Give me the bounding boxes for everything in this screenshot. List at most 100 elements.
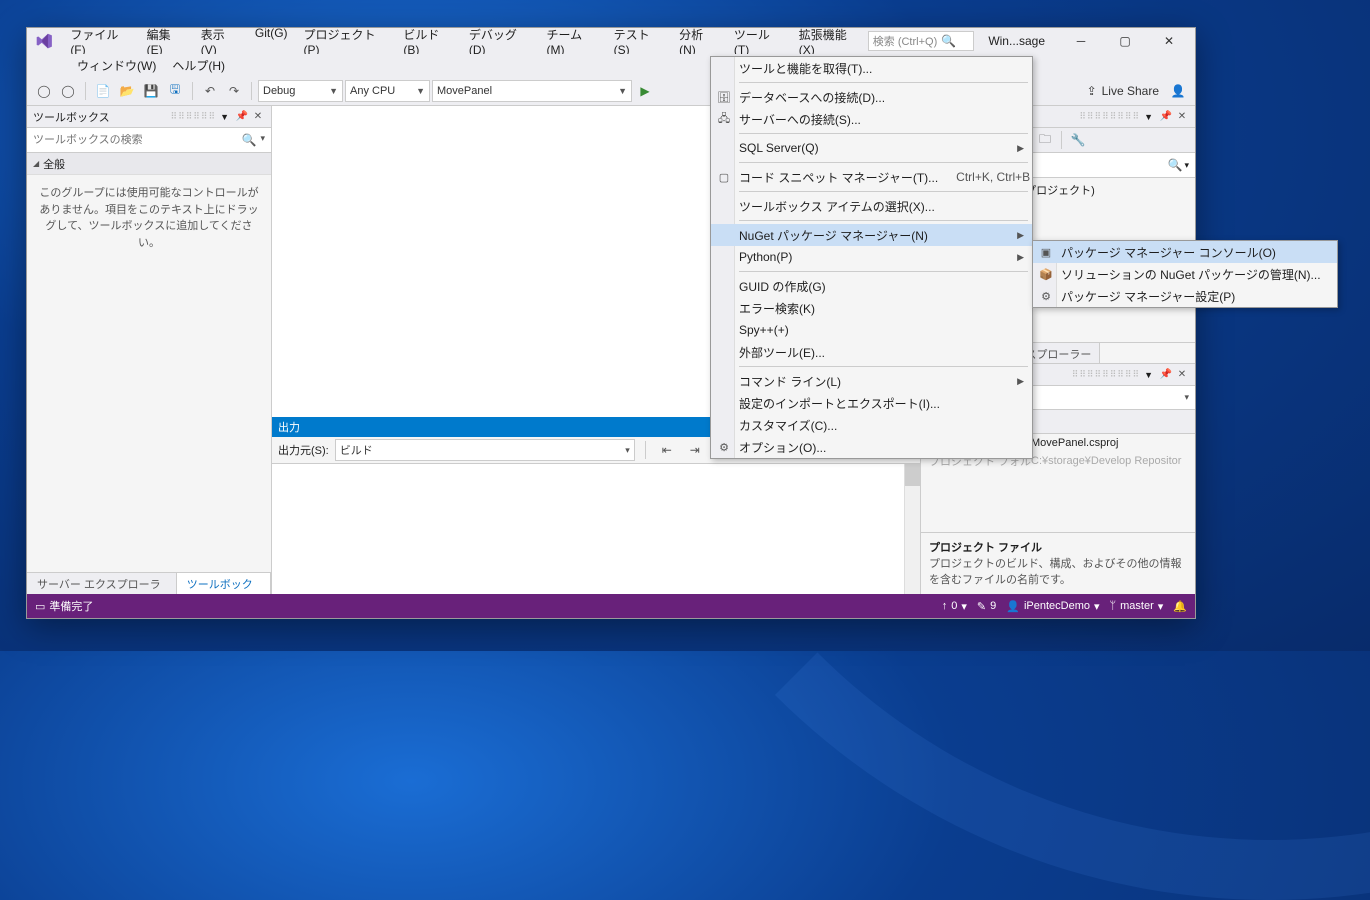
save-button[interactable]: 💾 [140, 80, 162, 102]
search-icon[interactable]: 🔍 [1168, 158, 1183, 172]
tab-server-explorer[interactable]: サーバー エクスプローラー [27, 573, 177, 594]
feedback-button[interactable]: 👤 [1167, 80, 1189, 102]
close-button[interactable]: ✕ [1147, 28, 1191, 54]
menu-item-label: SQL Server(Q) [739, 141, 1017, 155]
status-changes-up[interactable]: ↑ 0 ▾ [942, 600, 967, 613]
submenu-arrow-icon: ▶ [1017, 143, 1024, 154]
status-icon: ▭ [35, 600, 45, 613]
tools-menu-item[interactable]: ▢コード スニペット マネージャー(T)...Ctrl+K, Ctrl+B [711, 166, 1032, 188]
tools-menu-item[interactable]: 外部ツール(E)... [711, 341, 1032, 363]
menu-item-label: オプション(O)... [739, 439, 1024, 456]
tools-menu-item[interactable]: エラー検索(K) [711, 297, 1032, 319]
menu-item-label: ソリューションの NuGet パッケージの管理(N)... [1061, 266, 1329, 283]
tools-menu-item[interactable]: 🖧サーバーへの接続(S)... [711, 108, 1032, 130]
se-dropdown-icon[interactable]: ▼ [1144, 112, 1153, 122]
tools-menu-item[interactable]: 🗄 データベースへの接続(D)... [711, 86, 1032, 108]
pane-close-icon[interactable]: ✕ [1175, 111, 1189, 122]
menu-item-icon: 🗄 [716, 91, 732, 104]
tools-menu-item[interactable]: NuGet パッケージ マネージャー(N)▶ [711, 224, 1032, 246]
minimize-button[interactable]: ─ [1059, 28, 1103, 54]
toolbox-category-general[interactable]: ◢全般 [27, 153, 271, 175]
window-controls: ─ ▢ ✕ [1059, 28, 1191, 54]
redo-button[interactable]: ↷ [223, 80, 245, 102]
menu-item-label: パッケージ マネージャー設定(P) [1061, 288, 1329, 305]
config-combo[interactable]: Debug▼ [258, 80, 343, 102]
output-prev-button[interactable]: ⇥ [684, 439, 706, 461]
search-icon[interactable]: 🔍 [242, 133, 257, 147]
toolbox-search[interactable]: 🔍▾ [27, 128, 271, 153]
nav-forward-button[interactable]: ◯ [57, 80, 79, 102]
solution-title: Win...sage [988, 34, 1045, 48]
pane-close-icon[interactable]: ✕ [251, 111, 265, 122]
menu-window[interactable]: ウィンドウ(W) [69, 55, 164, 76]
maximize-button[interactable]: ▢ [1103, 28, 1147, 54]
undo-button[interactable]: ↶ [199, 80, 221, 102]
platform-combo[interactable]: Any CPU▼ [345, 80, 430, 102]
status-pending-edits[interactable]: ✎ 9 [977, 600, 996, 613]
se-showall-icon[interactable]: 🗀 [1035, 130, 1055, 150]
properties-description: プロジェクト ファイル プロジェクトのビルド、構成、およびその他の情報を含むファ… [921, 532, 1195, 594]
menu-item-label: エラー検索(K) [739, 300, 1024, 317]
tools-menu-item[interactable]: Python(P)▶ [711, 246, 1032, 268]
live-share-icon: ⇪ [1087, 84, 1097, 98]
live-share-button[interactable]: ⇪Live Share [1081, 80, 1165, 102]
tools-menu-item[interactable]: ツールボックス アイテムの選択(X)... [711, 195, 1032, 217]
toolbox-dropdown-icon[interactable]: ▼ [220, 112, 229, 122]
output-source-combo[interactable]: ビルド▾ [335, 439, 635, 461]
output-scrollbar[interactable] [904, 464, 920, 594]
save-all-button[interactable]: 🖫 [164, 80, 186, 102]
menu-item-label: コマンド ライン(L) [739, 373, 1017, 390]
toolbox-empty-message: このグループには使用可能なコントロールがありません。項目をこのテキスト上にドラッ… [27, 175, 271, 261]
toolbox-title: ツールボックス [33, 109, 171, 125]
menu-item-label: ツールボックス アイテムの選択(X)... [739, 198, 1024, 215]
se-properties-icon[interactable]: 🔧 [1068, 130, 1088, 150]
status-user[interactable]: 👤 iPentecDemo ▾ [1006, 600, 1099, 613]
menu-item-label: Python(P) [739, 250, 1017, 264]
tools-menu-item[interactable]: SQL Server(Q)▶ [711, 137, 1032, 159]
tools-menu-item[interactable]: ⚙オプション(O)... [711, 436, 1032, 458]
menu-item-label: パッケージ マネージャー コンソール(O) [1061, 244, 1329, 261]
new-project-button[interactable]: 📄 [92, 80, 114, 102]
nuget-menu-item[interactable]: 📦ソリューションの NuGet パッケージの管理(N)... [1033, 263, 1337, 285]
pin-icon[interactable]: 📌 [1159, 369, 1173, 380]
pane-close-icon[interactable]: ✕ [1175, 369, 1189, 380]
statusbar: ▭準備完了 ↑ 0 ▾ ✎ 9 👤 iPentecDemo ▾ ᛘ master… [27, 594, 1195, 618]
menu-item-label: Spy++(+) [739, 323, 1024, 337]
menu-item-label: カスタマイズ(C)... [739, 417, 1024, 434]
status-ready: ▭準備完了 [35, 598, 93, 614]
menu-item-label: データベースへの接続(D)... [739, 89, 1024, 106]
menu-item-label: 設定のインポートとエクスポート(I)... [739, 395, 1024, 412]
menu-item-label: NuGet パッケージ マネージャー(N) [739, 227, 1017, 244]
submenu-arrow-icon: ▶ [1017, 252, 1024, 263]
status-notifications-icon[interactable]: 🔔 [1173, 600, 1187, 613]
output-body[interactable] [272, 464, 920, 594]
tools-menu-popup: ツールと機能を取得(T)... 🗄 データベースへの接続(D)... 🖧サーバーへの接… [710, 56, 1033, 459]
menu-help[interactable]: ヘルプ(H) [164, 55, 233, 76]
pin-icon[interactable]: 📌 [235, 111, 249, 122]
submenu-arrow-icon: ▶ [1017, 230, 1024, 241]
tools-menu-item[interactable]: Spy++(+) [711, 319, 1032, 341]
status-branch[interactable]: ᛘ master ▾ [1110, 600, 1164, 613]
startup-combo[interactable]: MovePanel▼ [432, 80, 632, 102]
tools-menu-item[interactable]: GUID の作成(G) [711, 275, 1032, 297]
props-dropdown-icon[interactable]: ▼ [1144, 370, 1153, 380]
nuget-menu-item[interactable]: ⚙パッケージ マネージャー設定(P) [1033, 285, 1337, 307]
toolbox-search-input[interactable] [33, 134, 242, 146]
search-icon: 🔍 [941, 34, 956, 48]
tools-menu-item[interactable]: カスタマイズ(C)... [711, 414, 1032, 436]
output-find-button[interactable]: ⇤ [656, 439, 678, 461]
title-search[interactable]: 検索 (Ctrl+Q) 🔍 [868, 31, 975, 51]
menu-item-icon: ▣ [1038, 246, 1054, 259]
menu-item-shortcut: Ctrl+K, Ctrl+B [956, 170, 1030, 184]
tab-toolbox[interactable]: ツールボックス [177, 573, 271, 594]
tools-menu-item[interactable]: ツールと機能を取得(T)... [711, 57, 1032, 79]
nuget-menu-item[interactable]: ▣ パッケージ マネージャー コンソール(O) [1033, 241, 1337, 263]
open-button[interactable]: 📂 [116, 80, 138, 102]
clear-icon[interactable]: ▾ [260, 133, 265, 147]
tools-menu-item[interactable]: 設定のインポートとエクスポート(I)... [711, 392, 1032, 414]
pin-icon[interactable]: 📌 [1159, 111, 1173, 122]
start-button[interactable]: ▶ [634, 80, 656, 102]
nav-back-button[interactable]: ◯ [33, 80, 55, 102]
tools-menu-item[interactable]: コマンド ライン(L)▶ [711, 370, 1032, 392]
menu-item-icon: ▢ [716, 171, 732, 184]
